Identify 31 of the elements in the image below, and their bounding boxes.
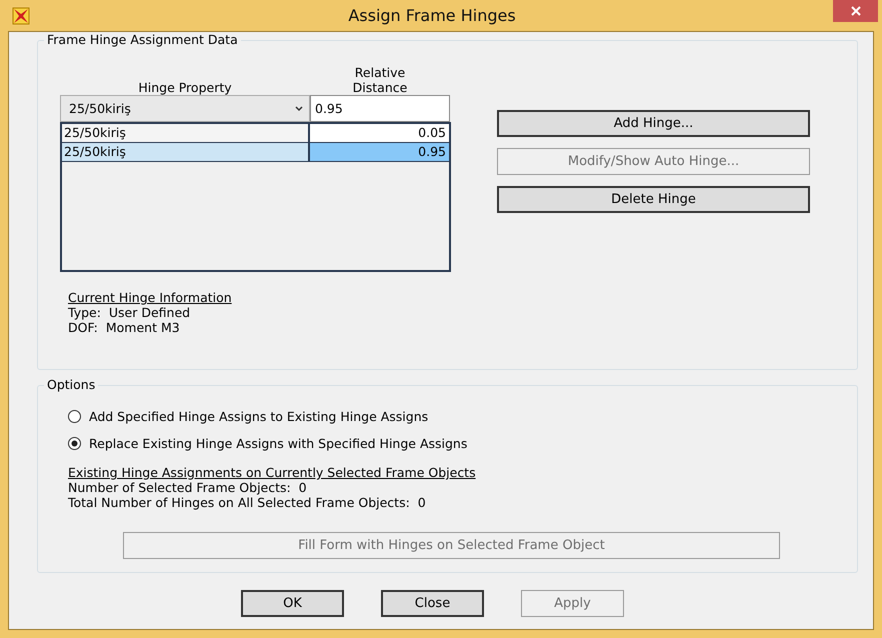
radio-button[interactable] — [68, 437, 81, 450]
radio-label[interactable]: Add Specified Hinge Assigns to Existing Hinge Assigns — [89, 409, 428, 424]
close-icon — [850, 6, 860, 16]
caret-icon — [295, 106, 303, 112]
column-header: Hinge Property — [137, 80, 233, 95]
dialog-button[interactable]: OK — [241, 590, 344, 617]
info-heading: Existing Hinge Assignments on Currently Selected Frame Objects — [68, 465, 477, 480]
dialog-button[interactable]: Close — [381, 590, 484, 617]
info-text: Number of Selected Frame Objects: 0 — [68, 480, 308, 495]
column-header: Relative Distance — [352, 65, 408, 95]
table-cell: 25/50kiriş — [62, 143, 310, 161]
hinge-button[interactable]: Add Hinge... — [497, 110, 810, 137]
radio-label[interactable]: Replace Existing Hinge Assigns with Specified Hinge Assigns — [89, 436, 468, 451]
radio-button[interactable] — [68, 410, 81, 423]
info-text: DOF: Moment M3 — [68, 320, 181, 335]
hinge-row[interactable]: 25/50kiriş 0.95 — [62, 143, 449, 162]
hinge-property-dropdown[interactable]: 25/50kiriş — [60, 95, 310, 122]
hinge-button[interactable]: Delete Hinge — [497, 186, 810, 213]
window-title: Assign Frame Hinges — [347, 6, 517, 25]
distance-field[interactable]: 0.95 — [310, 95, 450, 122]
table-cell: 25/50kiriş — [62, 124, 310, 142]
app-icon — [12, 6, 30, 24]
info-text: Type: User Defined — [68, 305, 192, 320]
hinge-row[interactable]: 25/50kiriş 0.05 — [62, 124, 449, 143]
info-text: Total Number of Hinges on All Selected Frame Objects: 0 — [68, 495, 427, 510]
group-legend: Frame Hinge Assignment Data — [44, 32, 241, 47]
group-legend: Options — [44, 377, 98, 392]
table-cell: 0.05 — [310, 124, 449, 142]
info-heading: Current Hinge Information — [68, 290, 233, 305]
close-button[interactable] — [833, 0, 878, 22]
table-cell: 0.95 — [310, 143, 449, 161]
